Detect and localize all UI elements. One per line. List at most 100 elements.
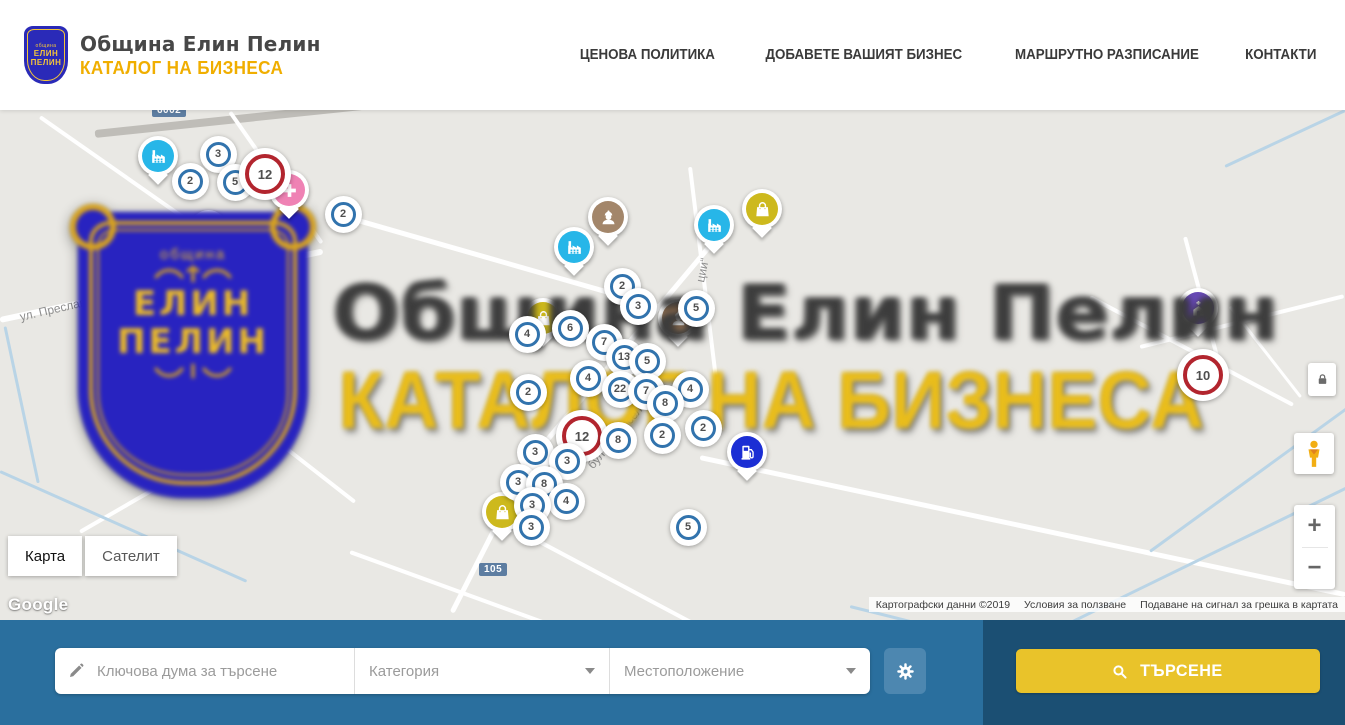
pin-marker-bag[interactable] [742,189,782,229]
pin-marker-factory[interactable] [694,205,734,245]
road-line [539,540,806,620]
cluster-marker[interactable]: 8 [600,422,637,459]
cluster-ring: 3 [523,440,548,465]
category-dropdown[interactable]: Категория [355,648,610,694]
cluster-ring: 3 [206,142,231,167]
cluster-count: 3 [215,148,221,160]
map-attribution: Картографски данни ©2019 Условия за полз… [869,597,1345,612]
cluster-count: 7 [601,336,607,348]
cluster-ring: 12 [245,154,285,194]
cluster-ring: 2 [691,416,716,441]
cluster-marker[interactable]: 2 [325,196,362,233]
cluster-count: 5 [232,176,238,188]
road-line [1229,306,1302,398]
cluster-count: 22 [614,383,626,395]
map-type-map-button[interactable]: Карта [8,536,82,576]
pin-marker-church[interactable] [1178,288,1218,328]
pin-marker-factory[interactable] [138,136,178,176]
cluster-marker[interactable]: 2 [510,374,547,411]
cluster-marker[interactable]: 10 [1177,349,1229,401]
cluster-marker[interactable]: 5 [678,290,715,327]
cluster-count: 3 [564,455,570,467]
fuel-icon [731,436,763,468]
zoom-in-button[interactable]: + [1294,506,1335,547]
search-button[interactable]: ТЪРСЕНЕ [1016,649,1320,693]
cluster-count: 4 [687,383,693,395]
cluster-marker[interactable]: 2 [190,210,227,247]
shield-word: община [160,246,226,263]
cluster-ring: 2 [196,216,221,241]
cluster-count: 4 [585,372,591,384]
watermark-shield-logo: община ЕЛИН ПЕЛИН [78,212,308,498]
magnifier-icon [1111,663,1128,680]
road-line [149,340,356,503]
cluster-ring: 3 [626,294,651,319]
cluster-ring: 10 [1183,355,1223,395]
cluster-count: 3 [635,300,641,312]
cluster-count: 4 [524,328,530,340]
zoom-out-button[interactable]: − [1294,548,1335,589]
search-bar: Категория Местоположение ТЪРСЕНЕ [0,620,1345,725]
cluster-marker[interactable]: 2 [685,410,722,447]
cluster-marker[interactable]: 4 [570,360,607,397]
google-logo[interactable]: Google [8,595,68,615]
logo-name-2: ПЕЛИН [31,58,62,67]
search-button-label: ТЪРСЕНЕ [1140,661,1222,681]
cluster-ring: 3 [519,515,544,540]
attribution-terms-link[interactable]: Условия за ползване [1017,599,1133,611]
road-line [349,550,595,620]
cluster-marker[interactable]: 8 [647,385,684,422]
cluster-marker[interactable]: 2 [172,163,209,200]
cluster-ring: 5 [676,515,701,540]
cluster-count: 10 [1196,368,1210,383]
nav-item-pricing[interactable]: ЦЕНОВА ПОЛИТИКА [580,47,715,63]
cluster-count: 3 [528,521,534,533]
cluster-count: 6 [567,322,573,334]
cluster-count: 2 [700,422,706,434]
header: община ЕЛИН ПЕЛИН Община Елин Пелин КАТА… [0,0,1345,110]
search-settings-button[interactable] [884,648,926,694]
main-nav: ЦЕНОВА ПОЛИТИКА ДОБАВЕТЕ ВАШИЯТ БИЗНЕС М… [574,0,1320,110]
lock-control[interactable] [1308,363,1336,396]
factory-icon [142,140,174,172]
nav-item-contacts[interactable]: КОНТАКТИ [1246,47,1317,63]
chevron-down-icon [846,668,856,674]
cluster-marker[interactable]: 5 [670,509,707,546]
cluster-count: 8 [615,434,621,446]
pin-marker-worker[interactable] [588,197,628,237]
shield-name-2: ПЕЛИН [117,323,269,361]
cluster-marker[interactable]: 12 [239,148,291,200]
map-type-satellite-button[interactable]: Сателит [85,536,177,576]
cluster-count: 2 [205,222,211,234]
cluster-marker[interactable]: 4 [509,316,546,353]
cluster-marker[interactable]: 4 [548,483,585,520]
cluster-count: 2 [659,429,665,441]
keyword-field [55,648,355,694]
nav-item-add-business[interactable]: ДОБАВЕТЕ ВАШИЯТ БИЗНЕС [765,47,962,63]
watermark-title: Община Елин Пелин [332,268,1279,357]
attribution-report-link[interactable]: Подаване на сигнал за грешка в картата [1133,599,1345,611]
cluster-marker[interactable]: 6 [552,310,589,347]
cluster-count: 8 [662,397,668,409]
cluster-marker[interactable]: 3 [620,288,657,325]
cluster-ring: 4 [515,322,540,347]
nav-item-route-schedule[interactable]: МАРШРУТНО РАЗПИСАНИЕ [1015,47,1199,63]
map-canvas[interactable]: община ЕЛИН ПЕЛИН Община Елин Пелин КАТА… [0,110,1345,620]
keyword-search-input[interactable] [95,662,342,681]
shield-curl-left [70,204,116,250]
worker-icon [592,201,624,233]
pin-marker-factory[interactable] [554,227,594,267]
stream-line [4,326,40,483]
cluster-count: 4 [563,495,569,507]
cluster-marker[interactable]: 2 [644,417,681,454]
cluster-ring: 4 [576,366,601,391]
factory-icon [558,231,590,263]
logo-name-1: ЕЛИН [34,49,58,58]
cluster-ring: 8 [606,428,631,453]
cluster-marker[interactable]: 3 [513,509,550,546]
pin-marker-fuel[interactable] [727,432,767,472]
site-title: Община Елин Пелин [80,32,321,56]
site-logo[interactable]: община ЕЛИН ПЕЛИН Община Елин Пелин КАТА… [24,26,321,84]
street-view-pegman[interactable] [1294,433,1334,474]
location-dropdown[interactable]: Местоположение [610,648,870,694]
